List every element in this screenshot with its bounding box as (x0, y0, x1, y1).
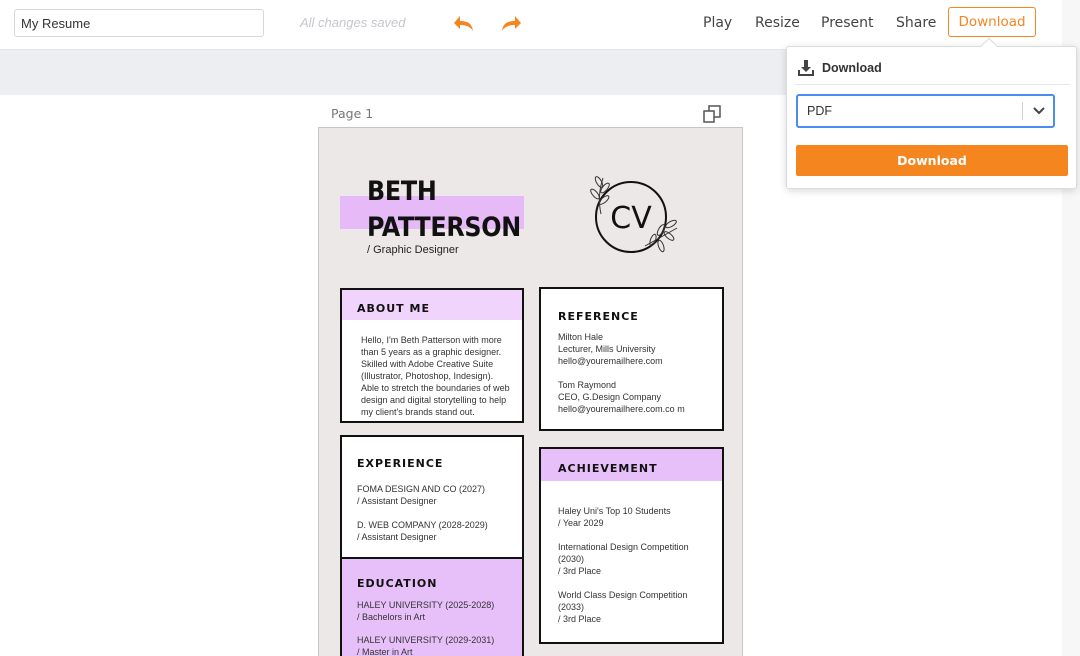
download-panel-title: Download (822, 61, 882, 75)
about-text: Hello, I'm Beth Patterson with more than… (361, 335, 510, 417)
education-school: HALEY UNIVERSITY (2029-2031) (357, 635, 495, 645)
play-button[interactable]: Play (703, 15, 732, 31)
achievement-title: World Class Design Competition (2033) (558, 590, 688, 612)
confirm-download-button[interactable]: Download (796, 145, 1068, 176)
experience-card[interactable]: EXPERIENCE FOMA DESIGN AND CO (2027) / A… (340, 435, 524, 559)
resume-name[interactable]: BETH PATTERSON (367, 174, 521, 246)
name-line-1: BETH (367, 176, 437, 207)
resume-page[interactable]: BETH PATTERSON / Graphic Designer CV ABO… (318, 127, 743, 656)
chevron-down-icon[interactable] (1032, 105, 1046, 117)
education-card[interactable]: EDUCATION HALEY UNIVERSITY (2025-2028) /… (340, 557, 524, 656)
achievement-detail: / 3rd Place (558, 614, 602, 624)
share-button[interactable]: Share (896, 15, 936, 31)
undo-icon[interactable] (452, 12, 476, 34)
workspace-left (0, 95, 318, 656)
experience-heading: EXPERIENCE (357, 457, 444, 470)
page-label: Page 1 (331, 106, 374, 121)
file-format-select[interactable]: PDF (796, 94, 1055, 128)
download-popover: Download PDF Download (786, 46, 1077, 189)
resize-button[interactable]: Resize (755, 15, 800, 31)
document-title-input[interactable] (14, 9, 264, 37)
experience-entry: D. WEB COMPANY (2028-2029) / Assistant D… (357, 519, 507, 543)
about-me-card[interactable]: ABOUT ME Hello, I'm Beth Patterson with … (340, 288, 524, 423)
cv-logo-text: CV (610, 201, 652, 236)
page-header-strip (318, 95, 743, 128)
education-school: HALEY UNIVERSITY (2025-2028) (357, 600, 495, 610)
file-format-value: PDF (807, 104, 832, 118)
experience-role: / Assistant Designer (357, 532, 437, 542)
cv-logo[interactable]: CV (575, 166, 687, 266)
achievement-card[interactable]: ACHIEVEMENT Haley Uni's Top 10 Students … (539, 447, 724, 644)
achievement-title: International Design Competition (2030) (558, 542, 689, 564)
experience-entry: FOMA DESIGN AND CO (2027) / Assistant De… (357, 483, 507, 507)
reference-email: hello@youremailhere.com.co m (558, 404, 685, 414)
select-separator (1022, 102, 1023, 120)
achievement-detail: / Year 2029 (558, 518, 604, 528)
divider (795, 84, 1070, 85)
reference-entry: Milton Hale Lecturer, Mills University h… (558, 331, 688, 367)
education-entry: HALEY UNIVERSITY (2025-2028) / Bachelors… (357, 599, 507, 623)
download-icon (798, 60, 814, 76)
reference-heading: REFERENCE (558, 310, 639, 323)
redo-icon[interactable] (499, 12, 523, 34)
education-heading: EDUCATION (357, 577, 438, 590)
experience-company: D. WEB COMPANY (2028-2029) (357, 520, 488, 530)
copy-page-icon[interactable] (702, 104, 722, 124)
achievement-entry: International Design Competition (2030) … (558, 541, 708, 577)
reference-entry: Tom Raymond CEO, G.Design Company hello@… (558, 379, 688, 415)
achievement-entry: World Class Design Competition (2033) / … (558, 589, 708, 625)
name-line-2: PATTERSON (367, 212, 521, 243)
achievement-entry: Haley Uni's Top 10 Students / Year 2029 (558, 505, 708, 529)
reference-name: Milton Hale (558, 332, 604, 342)
resume-role[interactable]: / Graphic Designer (367, 244, 459, 256)
present-button[interactable]: Present (821, 15, 874, 31)
save-status: All changes saved (300, 15, 406, 30)
download-button[interactable]: Download (948, 7, 1036, 37)
education-degree: / Bachelors in Art (357, 612, 426, 622)
about-heading: ABOUT ME (357, 302, 430, 315)
reference-email: hello@youremailhere.com (558, 356, 663, 366)
reference-card[interactable]: REFERENCE Milton Hale Lecturer, Mills Un… (539, 287, 724, 431)
reference-title: Lecturer, Mills University (558, 344, 656, 354)
education-degree: / Master in Art (357, 647, 413, 656)
education-entry: HALEY UNIVERSITY (2029-2031) / Master in… (357, 634, 507, 656)
achievement-heading: ACHIEVEMENT (558, 462, 658, 475)
reference-title: CEO, G.Design Company (558, 392, 662, 402)
experience-company: FOMA DESIGN AND CO (2027) (357, 484, 486, 494)
experience-role: / Assistant Designer (357, 496, 437, 506)
top-toolbar: All changes saved Play Resize Present Sh… (0, 0, 1062, 50)
reference-name: Tom Raymond (558, 380, 617, 390)
achievement-detail: / 3rd Place (558, 566, 602, 576)
achievement-title: Haley Uni's Top 10 Students (558, 506, 671, 516)
